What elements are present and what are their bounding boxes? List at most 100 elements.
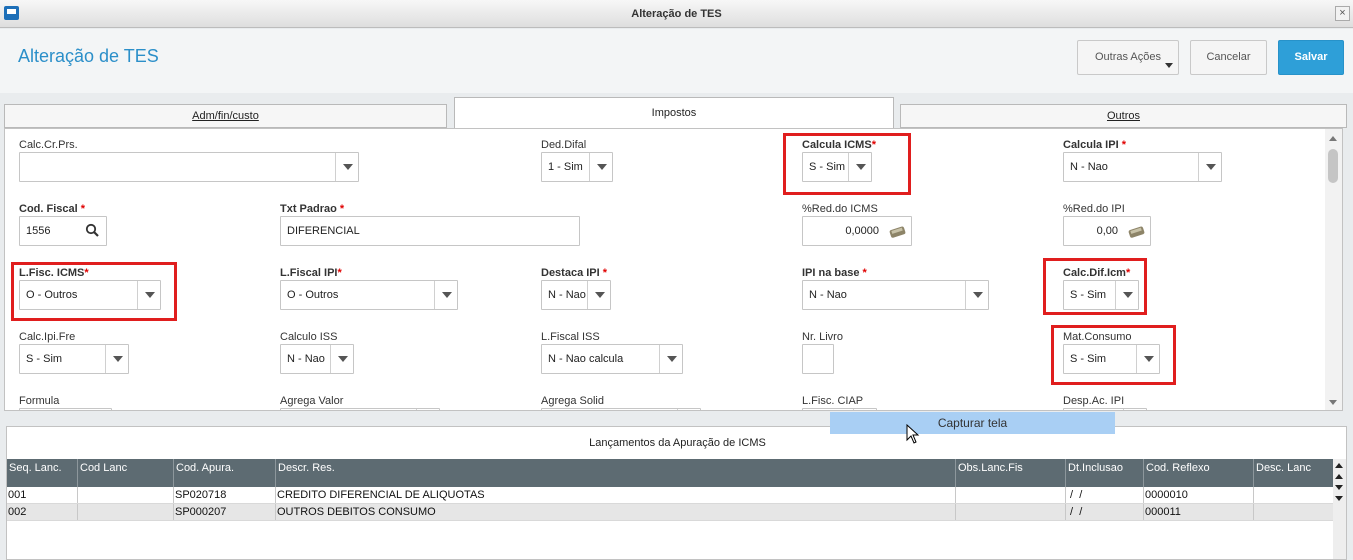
calc-ipi-fre-label: Calc.Ipi.Fre: [19, 331, 76, 343]
desp-ac-ipi-label: Desp.Ac. IPI: [1063, 395, 1125, 407]
search-icon[interactable]: [84, 223, 102, 239]
chevron-down-icon[interactable]: [1123, 409, 1146, 410]
calculator-icon[interactable]: [889, 223, 907, 239]
agrega-solid-select[interactable]: [541, 408, 701, 410]
table-cell: [78, 504, 174, 520]
calcula-ipi-value: N - Nao: [1070, 161, 1108, 173]
txt-padrao-label: Txt Padrao *: [280, 203, 345, 215]
chevron-down-icon[interactable]: [853, 409, 876, 410]
column-header[interactable]: Cod. Reflexo: [1144, 459, 1254, 487]
formula-select[interactable]: [19, 408, 112, 410]
agrega-valor-select[interactable]: [280, 408, 440, 410]
ipi-na-base-select[interactable]: N - Nao: [802, 280, 989, 310]
column-header[interactable]: Obs.Lanc.Fis: [956, 459, 1066, 487]
table-header: Seq. Lanc. Cod Lanc Cod. Apura. Descr. R…: [7, 459, 1334, 487]
table-cell: [956, 487, 1066, 503]
chevron-down-icon[interactable]: [330, 345, 353, 373]
cancel-button[interactable]: Cancelar: [1190, 40, 1267, 75]
lfisc-ciap-label: L.Fisc. CIAP: [802, 395, 864, 407]
red-icms-input[interactable]: 0,0000: [802, 216, 912, 246]
destaca-ipi-label: Destaca IPI *: [541, 267, 608, 279]
capture-screen-button[interactable]: Capturar tela: [830, 412, 1115, 434]
caret-down-icon: [1165, 63, 1173, 68]
page-header: Alteração de TES Outras Ações Cancelar S…: [0, 29, 1353, 93]
calcula-ipi-select[interactable]: N - Nao: [1063, 152, 1222, 182]
chevron-down-icon[interactable]: [434, 281, 457, 309]
chevron-down-icon[interactable]: [1198, 153, 1221, 181]
table-cell: SP000207: [174, 504, 276, 520]
ded-difal-select[interactable]: 1 - Sim: [541, 152, 613, 182]
table-cell: CREDITO DIFERENCIAL DE ALIQUOTAS: [276, 487, 956, 503]
column-header[interactable]: Desc. Lanc: [1254, 459, 1334, 487]
lfisc-ciap-select[interactable]: [802, 408, 877, 410]
lfiscal-ipi-label: L.Fiscal IPI*: [280, 267, 342, 279]
column-header[interactable]: Descr. Res.: [276, 459, 956, 487]
calc-cr-prs-label: Calc.Cr.Prs.: [19, 139, 78, 151]
apuracao-grid-panel: Lançamentos da Apuração de ICMS Seq. Lan…: [6, 426, 1347, 560]
next-record-icon[interactable]: [1334, 483, 1345, 493]
lfiscal-iss-select[interactable]: N - Nao calcula: [541, 344, 683, 374]
table-cell: / /: [1066, 504, 1144, 520]
column-header[interactable]: Cod Lanc: [78, 459, 174, 487]
destaca-ipi-value: N - Nao: [548, 289, 586, 301]
destaca-ipi-select[interactable]: N - Nao: [541, 280, 611, 310]
calcula-ipi-label: Calcula IPI *: [1063, 139, 1126, 151]
red-icms-label: %Red.do ICMS: [802, 203, 878, 215]
window-title: Alteração de TES: [631, 8, 722, 20]
column-header[interactable]: Seq. Lanc.: [7, 459, 78, 487]
chevron-down-icon[interactable]: [416, 409, 439, 410]
highlight-calc-dif-icm: [1043, 258, 1147, 315]
scroll-up-icon[interactable]: [1329, 136, 1337, 141]
desp-ac-ipi-select[interactable]: [1063, 408, 1147, 410]
page-title: Alteração de TES: [18, 46, 159, 66]
cod-fiscal-input[interactable]: 1556: [19, 216, 107, 246]
table-row[interactable]: 001 SP020718 CREDITO DIFERENCIAL DE ALIQ…: [7, 487, 1334, 504]
calc-cr-prs-select[interactable]: [19, 152, 359, 182]
chevron-down-icon[interactable]: [587, 281, 610, 309]
table-cell: SP020718: [174, 487, 276, 503]
save-button[interactable]: Salvar: [1278, 40, 1344, 75]
table-row[interactable]: 002 SP000207 OUTROS DEBITOS CONSUMO / / …: [7, 504, 1334, 521]
table-cell: / /: [1066, 487, 1144, 503]
calculo-iss-label: Calculo ISS: [280, 331, 338, 343]
last-record-icon[interactable]: [1334, 494, 1345, 504]
calculo-iss-select[interactable]: N - Nao: [280, 344, 354, 374]
nr-livro-input[interactable]: [802, 344, 834, 374]
scroll-thumb[interactable]: [1328, 149, 1338, 183]
table-cell: 000011: [1144, 504, 1254, 520]
tab-adm-fin-custo[interactable]: Adm/fin/custo: [4, 104, 447, 128]
lfiscal-ipi-select[interactable]: O - Outros: [280, 280, 458, 310]
table-cell: 001: [7, 487, 78, 503]
lfiscal-ipi-value: O - Outros: [287, 289, 339, 301]
formula-label: Formula: [19, 395, 60, 407]
first-record-icon[interactable]: [1334, 461, 1345, 471]
chevron-down-icon[interactable]: [965, 281, 988, 309]
lfiscal-iss-label: L.Fiscal ISS: [541, 331, 600, 343]
chevron-down-icon[interactable]: [677, 409, 700, 410]
tab-impostos[interactable]: Impostos: [454, 97, 894, 128]
chevron-down-icon[interactable]: [105, 345, 128, 373]
grid-title: Lançamentos da Apuração de ICMS: [589, 437, 766, 449]
more-actions-button[interactable]: Outras Ações: [1077, 40, 1179, 75]
table-cell: 002: [7, 504, 78, 520]
highlight-mat-consumo: [1051, 325, 1176, 385]
chevron-down-icon[interactable]: [335, 153, 358, 181]
txt-padrao-input[interactable]: DIFERENCIAL: [280, 216, 580, 246]
table-cell: [1254, 504, 1334, 520]
cod-fiscal-value: 1556: [26, 225, 51, 237]
ded-difal-value: 1 - Sim: [548, 161, 583, 173]
form-scrollbar[interactable]: [1325, 129, 1342, 410]
red-icms-value: 0,0000: [845, 225, 879, 237]
scroll-down-icon[interactable]: [1329, 400, 1337, 405]
red-ipi-input[interactable]: 0,00: [1063, 216, 1151, 246]
calculator-icon[interactable]: [1128, 223, 1146, 239]
tab-outros[interactable]: Outros: [900, 104, 1347, 128]
column-header[interactable]: Dt.Inclusao: [1066, 459, 1144, 487]
window-close-button[interactable]: ×: [1335, 6, 1350, 21]
previous-record-icon[interactable]: [1334, 472, 1345, 482]
calc-ipi-fre-select[interactable]: S - Sim: [19, 344, 129, 374]
column-header[interactable]: Cod. Apura.: [174, 459, 276, 487]
chevron-down-icon[interactable]: [589, 153, 612, 181]
red-ipi-value: 0,00: [1096, 225, 1118, 237]
chevron-down-icon[interactable]: [659, 345, 682, 373]
